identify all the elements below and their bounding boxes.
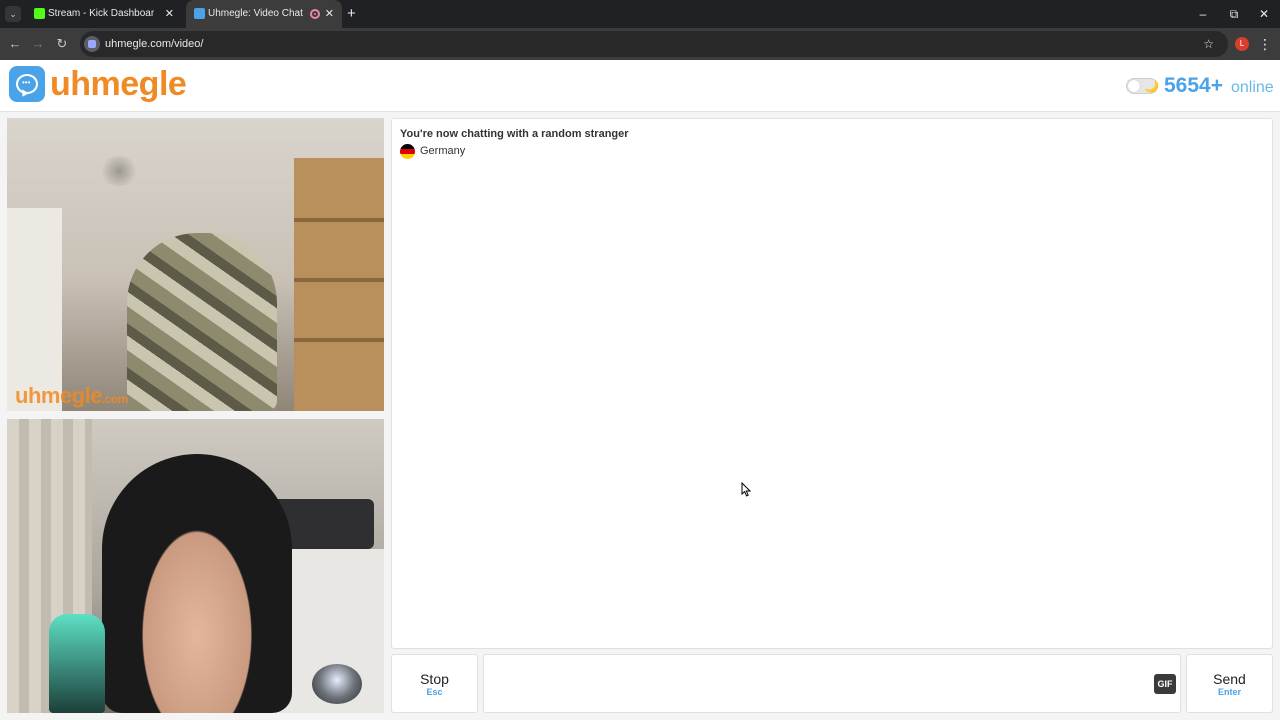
- smart-speaker: [312, 664, 362, 704]
- stop-shortcut-hint: Esc: [426, 687, 443, 697]
- stranger-person: [127, 233, 277, 411]
- ceiling-lamp: [99, 156, 139, 186]
- browser-menu-icon[interactable]: ⋮: [1258, 28, 1272, 60]
- site-info-icon[interactable]: [84, 36, 100, 52]
- site-header: ••• uhmegle 🌙 5654+ online: [0, 60, 1280, 112]
- browser-toolbar: ← → ↻ uhmegle.com/video/ ☆ L ⋮: [0, 28, 1280, 60]
- gif-button[interactable]: GIF: [1154, 674, 1176, 694]
- new-tab-icon[interactable]: +: [347, 0, 356, 28]
- message-box[interactable]: GIF: [483, 654, 1181, 713]
- stop-label: Stop: [420, 671, 449, 687]
- close-tab-icon[interactable]: ✕: [325, 0, 334, 28]
- tab-search-icon[interactable]: ⌄: [5, 6, 21, 22]
- self-person: [102, 454, 292, 713]
- send-button[interactable]: Send Enter: [1186, 654, 1273, 713]
- profile-avatar[interactable]: L: [1235, 37, 1249, 51]
- shelf-board: [294, 338, 384, 342]
- browser-tab-strip: ⌄ Stream - Kick Dashboard ✕ Uhmegle: Vid…: [0, 0, 1280, 28]
- self-video: [7, 419, 384, 713]
- bookmark-star-icon[interactable]: ☆: [1203, 31, 1214, 57]
- toggle-knob: [1128, 80, 1140, 92]
- stranger-video: uhmegle.com: [7, 118, 384, 411]
- shelf-board: [294, 218, 384, 222]
- chat-log: You're now chatting with a random strang…: [391, 118, 1273, 649]
- watermark-domain: .com: [101, 392, 129, 406]
- send-label: Send: [1213, 671, 1246, 687]
- online-count: 5654+: [1164, 74, 1223, 97]
- restore-icon[interactable]: ⧉: [1219, 0, 1249, 28]
- bookshelf: [294, 158, 384, 411]
- address-bar[interactable]: uhmegle.com/video/ ☆: [80, 31, 1228, 57]
- reload-icon[interactable]: ↻: [52, 28, 72, 60]
- germany-flag-icon: [400, 144, 415, 159]
- moon-icon: 🌙: [1144, 79, 1159, 93]
- shelf-board: [294, 278, 384, 282]
- door: [7, 208, 62, 411]
- minimize-icon[interactable]: –: [1188, 0, 1218, 28]
- tab-title: Stream - Kick Dashboard: [48, 8, 154, 19]
- video-watermark: uhmegle.com: [15, 383, 128, 409]
- stop-button[interactable]: Stop Esc: [391, 654, 478, 713]
- url-text[interactable]: uhmegle.com/video/: [105, 31, 203, 57]
- kick-favicon-icon: [34, 8, 45, 19]
- message-input[interactable]: [490, 661, 1140, 707]
- logo-dots: •••: [22, 78, 31, 87]
- chat-status-message: You're now chatting with a random strang…: [400, 128, 629, 140]
- cursor-arrow-shape: [741, 482, 751, 497]
- tab-title: Uhmegle: Video Chat | Rand: [208, 8, 306, 19]
- microphone: [49, 614, 105, 713]
- dark-mode-toggle[interactable]: 🌙: [1126, 78, 1159, 94]
- close-tab-icon[interactable]: ✕: [165, 0, 174, 28]
- tab-kick-dashboard[interactable]: Stream - Kick Dashboard ✕: [26, 0, 182, 28]
- recording-indicator-icon: [310, 9, 320, 19]
- flag-stripe: [400, 154, 415, 159]
- back-icon[interactable]: ←: [5, 28, 25, 60]
- online-label: online: [1231, 79, 1274, 96]
- close-window-icon[interactable]: ✕: [1249, 0, 1279, 28]
- site-logo[interactable]: uhmegle: [50, 62, 187, 106]
- forward-icon[interactable]: →: [28, 28, 48, 60]
- tab-uhmegle[interactable]: Uhmegle: Video Chat | Rand ✕: [186, 0, 342, 28]
- country-name: Germany: [420, 145, 466, 157]
- uhmegle-favicon-icon: [194, 8, 205, 19]
- chat-bubble-logo-icon[interactable]: •••: [9, 66, 45, 102]
- watermark-text: uhmegle: [15, 383, 102, 408]
- send-shortcut-hint: Enter: [1217, 687, 1241, 697]
